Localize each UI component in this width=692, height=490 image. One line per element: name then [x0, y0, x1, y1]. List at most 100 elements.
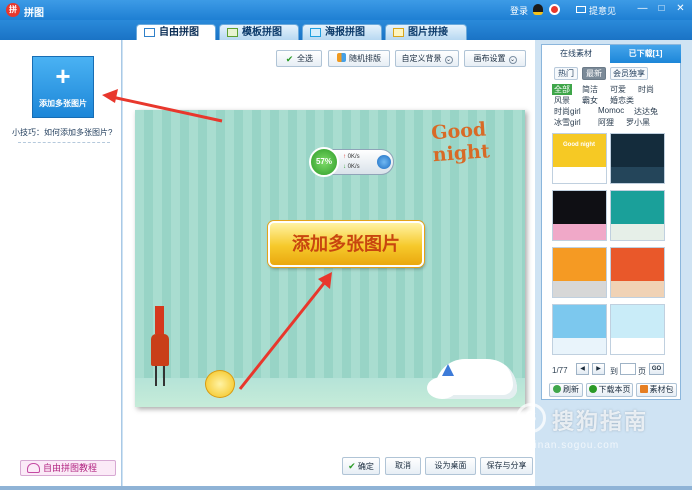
custom-background-dropdown[interactable]: 自定义背景 ⌄ [395, 50, 459, 67]
material-panel: 在线素材 已下载[1] 热门 最新 会员独享 全部 简洁 可爱 时尚 风景 霸女… [541, 44, 681, 400]
refresh-button[interactable]: 刷新 [549, 383, 583, 397]
minimize-button[interactable]: — [636, 3, 649, 16]
thumbnail-sky [611, 305, 664, 339]
thumbnail-sky [553, 191, 606, 225]
stitch-icon [393, 28, 404, 37]
tab-image-stitch[interactable]: 图片拼接 [385, 24, 467, 40]
tab-free-collage[interactable]: 自由拼图 [136, 24, 216, 40]
login-link[interactable]: 登录 [510, 4, 528, 17]
filter-hot[interactable]: 热门 [554, 67, 578, 80]
add-photos-big-button[interactable]: 添加多张图片 [268, 221, 424, 267]
category-scenery[interactable]: 风景 [554, 95, 570, 106]
canvas-settings-label: 画布设置 [473, 54, 506, 63]
thumbnail-sky [611, 191, 664, 225]
mode-tabs: 自由拼图 模板拼图 海报拼图 图片拼接 [0, 20, 692, 40]
template-thumbnail[interactable] [610, 304, 665, 355]
thumbnail-ground [611, 281, 664, 297]
category-simple[interactable]: 简洁 [582, 84, 598, 95]
prev-page-button[interactable]: ◀ [576, 363, 589, 375]
category-cute[interactable]: 可爱 [610, 84, 626, 95]
confirm-label: 确定 [357, 462, 374, 471]
category-fashion-girl[interactable]: 时尚girl [554, 106, 581, 117]
category-ice-girl[interactable]: 冰雪girl [554, 117, 581, 128]
filter-vip[interactable]: 会员独享 [610, 67, 648, 80]
confirm-button[interactable]: ✔ 确定 [342, 457, 380, 475]
tab-online-materials[interactable]: 在线素材 [542, 45, 610, 63]
page-label: 页 [638, 367, 646, 376]
thumbnail-ground [611, 338, 664, 354]
go-button[interactable]: GO [649, 363, 664, 375]
save-share-button[interactable]: 保存与分享 [480, 457, 533, 475]
refresh-label: 刷新 [563, 385, 579, 394]
thumbnail-sky [553, 305, 606, 339]
collage-canvas[interactable]: Good night 57% ↑ 0K/s ↓ 0K/s 添加多张图片 [135, 110, 525, 407]
category-momoc[interactable]: Momoc [598, 106, 624, 115]
tab-label: 海报拼图 [325, 27, 365, 38]
template-thumbnail[interactable] [552, 304, 607, 355]
download-page-button[interactable]: 下载本页 [586, 383, 633, 397]
add-photos-button[interactable]: + 添加多张图片 [32, 56, 94, 118]
divider [18, 142, 110, 143]
watermark-url: zhinan.sogou.com [522, 440, 620, 451]
select-all-label: 全选 [297, 54, 313, 63]
random-layout-button[interactable]: 随机排版 [328, 50, 390, 67]
poster-icon [310, 28, 321, 37]
cancel-button[interactable]: 取消 [385, 457, 421, 475]
app-logo-icon: 拼 [6, 3, 20, 17]
tip-link[interactable]: 小技巧：如何添加多张图片? [12, 127, 112, 138]
maximize-button[interactable]: □ [655, 3, 668, 16]
goto-label: 到 [610, 367, 618, 376]
select-all-button[interactable]: ✔ 全选 [276, 50, 322, 67]
thumbnail-ground [611, 167, 664, 183]
boy-illustration [151, 334, 169, 366]
material-pack-label: 素材包 [649, 385, 674, 394]
arrow-down-icon: ↓ [343, 164, 346, 170]
template-thumbnail[interactable] [610, 190, 665, 241]
tab-poster-collage[interactable]: 海报拼图 [302, 24, 382, 40]
party-hat-illustration [442, 364, 454, 376]
yellow-ball-illustration [205, 370, 235, 398]
tab-template-collage[interactable]: 模板拼图 [219, 24, 299, 40]
thumbnail-sky [553, 248, 606, 282]
main-area: ✔ 全选 随机排版 自定义背景 ⌄ 画布设置 ⌄ Good night 57% ↑ 0… [123, 40, 535, 486]
page-indicator: 1/77 [552, 366, 568, 375]
template-thumbnail[interactable] [552, 190, 607, 241]
polar-bear-head-illustration [427, 377, 457, 399]
thumbnail-ground [611, 224, 664, 240]
feedback-link[interactable]: 提意见 [589, 4, 616, 17]
tab-downloaded[interactable]: 已下载[1] [610, 45, 681, 63]
tutorial-label: 自由拼图教程 [43, 463, 98, 473]
refresh-icon [553, 385, 561, 393]
next-page-button[interactable]: ▶ [592, 363, 605, 375]
filter-newest[interactable]: 最新 [582, 67, 606, 80]
category-all[interactable]: 全部 [552, 84, 572, 95]
add-photos-label: 添加多张图片 [39, 99, 87, 108]
category-ali[interactable]: 阿狸 [598, 117, 614, 128]
page-number-input[interactable] [620, 363, 636, 375]
thumbnail-title: Good night [563, 142, 595, 148]
shuffle-icon [337, 53, 346, 62]
thumbnail-sky [553, 134, 606, 168]
category-girl[interactable]: 霸女 [582, 95, 598, 106]
plus-icon: + [55, 61, 71, 91]
category-luoxiaohei[interactable]: 罗小黑 [626, 117, 650, 128]
speed-percent: 57% [309, 147, 339, 177]
tutorial-button[interactable]: 自由拼图教程 [20, 460, 116, 476]
set-wallpaper-button[interactable]: 设为桌面 [425, 457, 476, 475]
category-dada-rabbit[interactable]: 达达兔 [634, 106, 658, 117]
template-thumbnail[interactable] [610, 247, 665, 298]
canvas-settings-dropdown[interactable]: 画布设置 ⌄ [464, 50, 526, 67]
thumbnail-sky [611, 134, 664, 168]
material-pack-button[interactable]: 素材包 [636, 383, 677, 397]
weibo-icon[interactable] [549, 4, 560, 15]
upload-speed-value: 0K/s [347, 154, 360, 160]
template-thumbnail[interactable] [610, 133, 665, 184]
qq-icon[interactable] [533, 4, 543, 15]
watermark-text: 搜狗指南 [552, 409, 649, 434]
template-thumbnail[interactable]: Good night [552, 133, 607, 184]
close-button[interactable]: ✕ [674, 3, 687, 16]
category-love[interactable]: 婚恋类 [610, 95, 634, 106]
network-speed-widget[interactable]: 57% ↑ 0K/s ↓ 0K/s [309, 147, 394, 177]
category-fashion[interactable]: 时尚 [638, 84, 654, 95]
template-thumbnail[interactable] [552, 247, 607, 298]
